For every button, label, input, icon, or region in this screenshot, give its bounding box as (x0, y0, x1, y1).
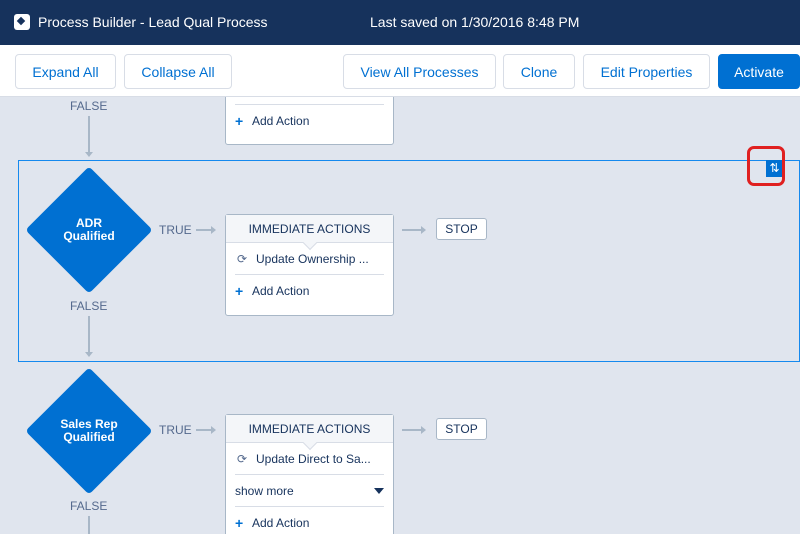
plus-icon: + (235, 283, 244, 299)
arrow-down-icon (85, 352, 93, 357)
clone-button[interactable]: Clone (503, 54, 575, 89)
stop-node: STOP (436, 418, 487, 440)
panel-header: IMMEDIATE ACTIONS (226, 215, 393, 243)
immediate-actions-panel[interactable]: IMMEDIATE ACTIONS ⟳ Update Direct to Sa.… (225, 414, 394, 534)
stop-node: STOP (436, 218, 487, 240)
caret-down-icon (374, 487, 384, 494)
edit-properties-button[interactable]: Edit Properties (583, 54, 710, 89)
true-label: TRUE (159, 423, 192, 437)
panel-header: IMMEDIATE ACTIONS (226, 415, 393, 443)
toolbar: Expand All Collapse All View All Process… (0, 45, 800, 97)
refresh-icon: ⟳ (236, 451, 248, 466)
plus-icon: + (235, 515, 244, 531)
expand-all-button[interactable]: Expand All (15, 54, 116, 89)
true-label: TRUE (159, 223, 192, 237)
collapse-all-button[interactable]: Collapse All (124, 54, 232, 89)
red-highlight-annotation (747, 146, 785, 186)
add-action-link[interactable]: + Add Action (235, 275, 384, 307)
process-builder-icon (14, 14, 30, 30)
plus-icon: + (235, 113, 244, 129)
refresh-icon: ⟳ (236, 251, 248, 266)
immediate-actions-panel[interactable]: IMMEDIATE ACTIONS ⟳ Update Ownership ...… (225, 214, 394, 316)
criteria-name: ADR Qualified (63, 216, 115, 243)
arrow-right-icon (211, 226, 216, 234)
header-bar: Process Builder - Lead Qual Process Last… (0, 0, 800, 45)
arrow-right-icon (421, 226, 426, 234)
false-label: FALSE (70, 499, 108, 513)
process-title: Process Builder - Lead Qual Process (38, 14, 268, 30)
add-action-link[interactable]: + Add Action (235, 507, 384, 534)
add-action-link[interactable]: + Add Action (235, 105, 384, 137)
criteria-node-sales-rep-qualified[interactable]: Sales Rep Qualified (25, 367, 153, 495)
show-more-toggle[interactable]: show more (235, 475, 384, 507)
last-saved-status: Last saved on 1/30/2016 8:48 PM (370, 14, 580, 30)
false-label: FALSE (70, 299, 108, 313)
arrow-right-icon (421, 426, 426, 434)
criteria-name: Sales Rep Qualified (60, 417, 118, 444)
connector-line (88, 516, 90, 534)
false-label: FALSE (70, 99, 108, 113)
criteria-node-adr-qualified[interactable]: ADR Qualified (25, 166, 153, 294)
connector-line (88, 116, 90, 152)
process-canvas: FALSE + Add Action ⇅ ADR Qualified TRUE … (0, 97, 800, 534)
immediate-actions-panel: + Add Action (225, 97, 394, 145)
activate-button[interactable]: Activate (718, 54, 800, 89)
arrow-right-icon (211, 426, 216, 434)
view-all-processes-button[interactable]: View All Processes (343, 54, 496, 89)
connector-line (88, 316, 90, 352)
arrow-down-icon (85, 152, 93, 157)
